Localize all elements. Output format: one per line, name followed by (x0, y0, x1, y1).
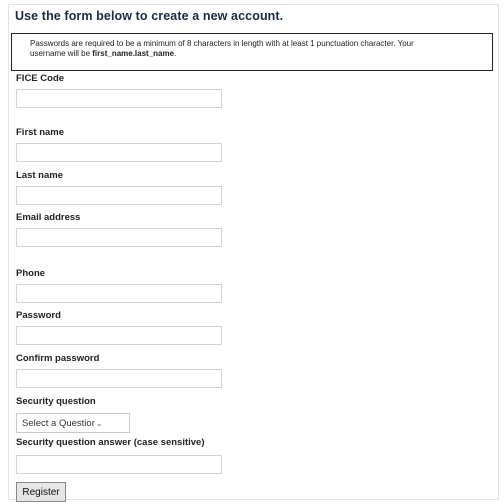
page-title: Use the form below to create a new accou… (15, 9, 284, 23)
security-question-select[interactable]: Select a Questior ⌄ (16, 413, 130, 433)
chevron-down-icon: ⌄ (95, 418, 103, 428)
first-name-input[interactable] (16, 143, 222, 162)
confirm-password-input[interactable] (16, 369, 222, 388)
register-button[interactable]: Register (16, 482, 66, 502)
security-answer-input[interactable] (16, 455, 222, 474)
notice-line-2-prefix: username will be (30, 49, 93, 58)
username-format: first_name.last_name (92, 49, 175, 58)
last-name-input[interactable] (16, 186, 222, 205)
password-notice: Passwords are required to be a minimum o… (11, 33, 493, 71)
last-name-label: Last name (16, 170, 63, 181)
phone-input[interactable] (16, 284, 222, 303)
notice-line-1: Passwords are required to be a minimum o… (30, 39, 414, 48)
email-label: Email address (16, 212, 81, 223)
email-input[interactable] (16, 228, 222, 247)
notice-line-2-suffix: . (174, 49, 177, 58)
password-label: Password (16, 310, 61, 321)
fice-code-label: FICE Code (16, 73, 65, 84)
first-name-label: First name (16, 127, 65, 138)
password-input[interactable] (16, 326, 222, 345)
phone-label: Phone (16, 268, 46, 279)
fice-code-input[interactable] (16, 89, 222, 108)
security-question-selected: Select a Questior (22, 417, 95, 429)
confirm-password-label: Confirm password (16, 353, 100, 364)
security-answer-label: Security question answer (case sensitive… (16, 437, 205, 448)
security-question-label: Security question (16, 396, 96, 407)
